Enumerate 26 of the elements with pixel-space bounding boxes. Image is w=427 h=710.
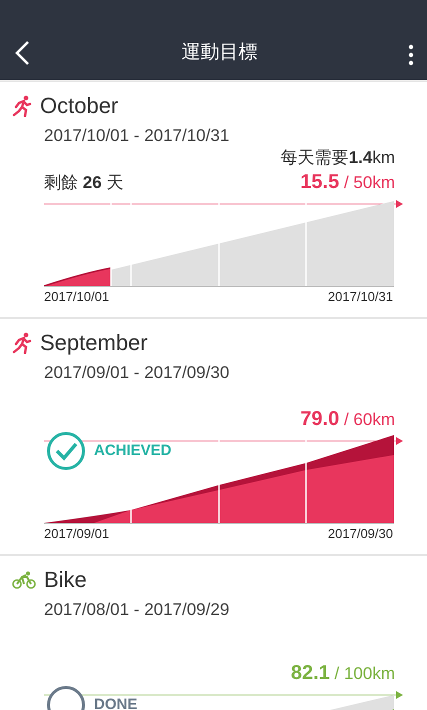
goal-card[interactable]: October 2017/10/01 - 2017/10/31 每天需要1.4km 剩餘 26 天 15.5 / 50km 2017/10/01 2017/10/31 bbox=[0, 82, 427, 317]
end-date: 2017/09/30 bbox=[328, 526, 393, 542]
start-date: 2017/09/01 bbox=[44, 526, 110, 542]
goal-dates: 2017/08/01 - 2017/09/29 bbox=[43, 599, 230, 621]
goal-card[interactable]: Bike 2017/08/01 - 2017/09/29 82.1 / 100km DONE bbox=[0, 556, 427, 710]
goal-title: September bbox=[40, 329, 148, 357]
status-label: ACHIEVED bbox=[94, 440, 172, 461]
start-date: 2017/10/01 bbox=[44, 289, 110, 305]
check-circle-icon bbox=[46, 431, 86, 471]
distance-progress: 82.1 / 100km bbox=[290, 664, 395, 683]
runner-icon bbox=[12, 95, 32, 117]
more-icon[interactable] bbox=[407, 44, 415, 66]
runner-icon bbox=[12, 332, 32, 354]
daily-need: 每天需要1.4km bbox=[280, 147, 395, 169]
days-remaining: 剩餘 26 天 bbox=[44, 172, 124, 194]
goal-dates: 2017/09/01 - 2017/09/30 bbox=[43, 362, 230, 384]
distance-progress: 15.5 / 50km bbox=[300, 173, 395, 192]
goal-title: October bbox=[40, 92, 118, 120]
cyclist-icon bbox=[12, 571, 36, 589]
goal-title: Bike bbox=[44, 566, 87, 594]
status-label: DONE bbox=[94, 694, 138, 710]
goal-dates: 2017/10/01 - 2017/10/31 bbox=[43, 125, 230, 147]
end-date: 2017/10/31 bbox=[328, 289, 393, 305]
page-title: 運動目標 bbox=[180, 41, 258, 65]
distance-progress: 79.0 / 60km bbox=[300, 410, 395, 429]
goal-card[interactable]: September 2017/09/01 - 2017/09/30 79.0 / 60km ACHIEVED 2017/09/01 2017/09/30 bbox=[0, 319, 427, 554]
